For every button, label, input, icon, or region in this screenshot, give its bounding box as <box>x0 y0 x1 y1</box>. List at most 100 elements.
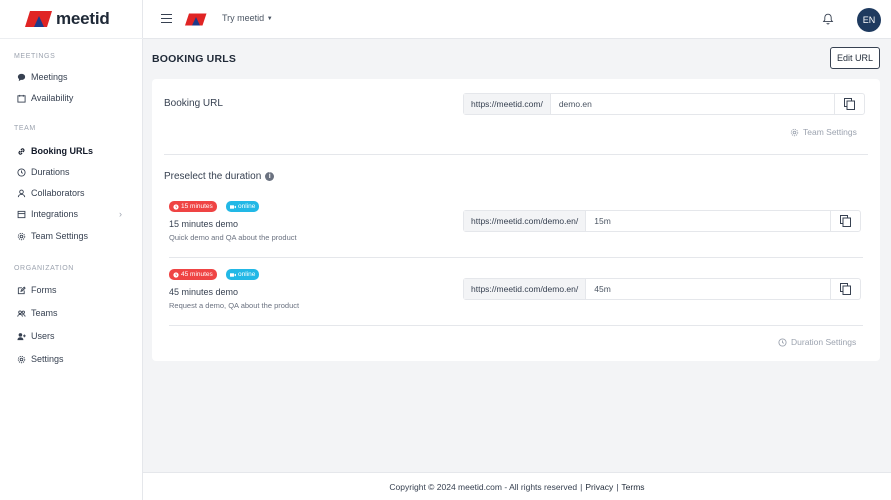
gear-icon <box>16 231 26 241</box>
duration-description: Quick demo and QA about the product <box>169 233 297 242</box>
sidebar-item-durations[interactable]: Durations <box>16 164 136 180</box>
video-icon <box>230 272 236 277</box>
gear-icon <box>16 354 26 364</box>
copy-button[interactable] <box>834 94 864 114</box>
sidebar: meetid MEETINGS Meetings Availability TE… <box>0 0 143 500</box>
sidebar-item-label: Settings <box>31 354 64 364</box>
preselect-duration-label: Preselect the duration <box>164 171 262 182</box>
duration-description: Request a demo, QA about the product <box>169 301 300 310</box>
section-label-organization: ORGANIZATION <box>14 265 74 272</box>
section-label-team: TEAM <box>14 125 36 132</box>
sidebar-item-label: Team Settings <box>31 231 89 241</box>
duration-url-input-group: https://meetid.com/demo.en/ 45m <box>463 278 861 300</box>
try-dropdown[interactable]: Try meetid ▼ <box>222 13 273 23</box>
try-dropdown-label: Try meetid <box>222 13 265 23</box>
clock-icon <box>173 271 179 278</box>
sidebar-item-booking-urls[interactable]: Booking URLs <box>16 143 136 159</box>
duration-name: 15 minutes demo <box>169 219 239 229</box>
sidebar-item-availability[interactable]: Availability <box>16 90 136 106</box>
sidebar-item-label: Teams <box>31 308 58 318</box>
footer: Copyright © 2024 meetid.com - All rights… <box>143 472 891 500</box>
copy-icon <box>840 283 851 295</box>
booking-url-input-group: https://meetid.com/ demo.en <box>463 93 865 115</box>
section-divider <box>164 154 868 155</box>
footer-separator: | <box>580 481 583 492</box>
edit-url-button[interactable]: Edit URL <box>830 47 880 69</box>
menu-toggle-icon[interactable] <box>161 14 172 24</box>
clock-icon <box>16 167 26 177</box>
copy-icon <box>844 98 855 110</box>
booking-url-input[interactable]: demo.en <box>551 94 834 114</box>
brand-name: meetid <box>56 9 110 28</box>
url-prefix: https://meetid.com/ <box>464 94 551 114</box>
sidebar-item-label: Booking URLs <box>31 146 93 156</box>
duration-badge-mode: online <box>226 201 260 212</box>
users-icon <box>16 308 26 318</box>
terms-link[interactable]: Terms <box>621 482 644 492</box>
sidebar-item-label: Users <box>31 331 55 341</box>
gear-icon <box>790 128 799 136</box>
edit-icon <box>16 285 26 295</box>
sidebar-item-users[interactable]: Users <box>16 328 136 344</box>
link-icon <box>16 146 26 156</box>
copy-button[interactable] <box>830 211 860 231</box>
brand-logo[interactable]: meetid <box>25 9 110 29</box>
duration-badge-mode-label: online <box>238 203 256 210</box>
logo-mark-icon[interactable] <box>185 13 207 26</box>
duration-name: 45 minutes demo <box>169 287 239 297</box>
copy-icon <box>840 215 851 227</box>
caret-down-icon: ▼ <box>266 16 273 22</box>
preselect-duration-title: Preselect the duration i <box>164 171 275 182</box>
duration-badge-time-label: 45 minutes <box>181 271 213 278</box>
duration-badge-mode-label: online <box>238 271 256 278</box>
calendar-icon <box>16 93 26 103</box>
team-settings-link[interactable]: Team Settings <box>790 127 857 137</box>
duration-url-input[interactable]: 15m <box>586 211 830 231</box>
booking-url-label: Booking URL <box>164 98 223 109</box>
bell-icon[interactable] <box>822 13 834 25</box>
url-prefix: https://meetid.com/demo.en/ <box>464 211 587 231</box>
duration-url-input[interactable]: 45m <box>586 279 830 299</box>
sidebar-item-forms[interactable]: Forms <box>16 282 136 298</box>
sidebar-item-team-settings[interactable]: Team Settings <box>16 228 136 244</box>
privacy-link[interactable]: Privacy <box>585 482 613 492</box>
duration-badge-time-label: 15 minutes <box>181 203 213 210</box>
sidebar-item-settings[interactable]: Settings <box>16 351 136 367</box>
video-icon <box>230 204 236 209</box>
row-divider <box>169 325 863 326</box>
duration-url-input-group: https://meetid.com/demo.en/ 15m <box>463 210 861 232</box>
sidebar-item-label: Forms <box>31 285 57 295</box>
duration-badge-time: 45 minutes <box>169 269 217 280</box>
logo-mark-icon <box>25 11 52 27</box>
clock-icon <box>173 203 179 210</box>
sidebar-item-label: Meetings <box>31 72 68 82</box>
duration-badge-time: 15 minutes <box>169 201 217 212</box>
sidebar-divider <box>0 38 143 39</box>
sidebar-item-meetings[interactable]: Meetings <box>16 69 136 85</box>
booking-urls-card: Booking URL https://meetid.com/ demo.en … <box>152 79 880 361</box>
page-title: BOOKING URLS <box>152 53 237 65</box>
chevron-right-icon: › <box>119 209 122 219</box>
sidebar-item-label: Availability <box>31 93 74 103</box>
copyright-text: Copyright © 2024 meetid.com - All rights… <box>389 481 578 492</box>
sidebar-item-label: Collaborators <box>31 188 85 198</box>
user-avatar[interactable]: EN <box>857 8 881 32</box>
copy-button[interactable] <box>830 279 860 299</box>
sidebar-item-label: Durations <box>31 167 70 177</box>
section-label-meetings: MEETINGS <box>14 53 56 60</box>
info-icon[interactable]: i <box>265 172 275 181</box>
user-icon <box>16 188 26 198</box>
duration-settings-link[interactable]: Duration Settings <box>778 337 856 347</box>
duration-settings-link-label: Duration Settings <box>791 337 857 347</box>
sidebar-item-integrations[interactable]: Integrations › <box>16 206 136 222</box>
sidebar-item-collaborators[interactable]: Collaborators <box>16 185 136 201</box>
team-settings-link-label: Team Settings <box>803 127 857 137</box>
url-prefix: https://meetid.com/demo.en/ <box>464 279 587 299</box>
duration-badge-mode: online <box>226 269 260 280</box>
sidebar-item-teams[interactable]: Teams <box>16 305 136 321</box>
user-plus-icon <box>16 331 26 341</box>
top-navbar: Try meetid ▼ EN <box>143 0 891 39</box>
row-divider <box>169 257 863 258</box>
puzzle-icon <box>16 209 26 219</box>
chat-bubble-icon <box>16 72 26 82</box>
